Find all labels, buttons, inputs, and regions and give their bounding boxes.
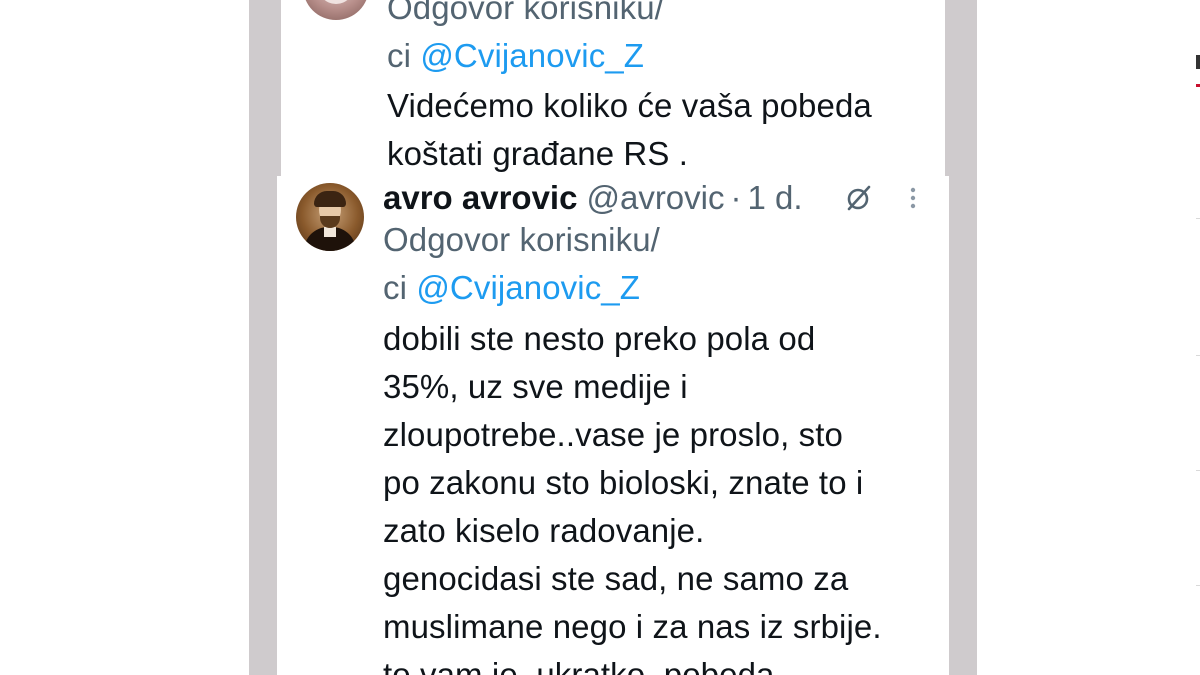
tweet-text-line: po zakonu sto bioloski, znate to i [383, 464, 864, 501]
tweet-text: Videćemo koliko će vaša pobeda koštati g… [387, 82, 937, 178]
avatar-beard [320, 216, 340, 228]
tweet-text-line: koštati građane RS . [387, 135, 688, 172]
user-handle[interactable]: @avrovic [586, 179, 724, 217]
tweet-text-line: zloupotrebe..vase je proslo, sto [383, 416, 843, 453]
mention-link[interactable]: @Cvijanovic_Z [420, 37, 644, 74]
avatar[interactable] [303, 0, 369, 20]
tweet-text-line: muslimane nego i za nas iz srbije. [383, 608, 882, 645]
tweet-text-line: 35%, uz sve medije i [383, 368, 688, 405]
replying-to-line: ci @Cvijanovic_Z [387, 32, 927, 80]
screenshot-canvas: Odgovor korisniku/ ci @Cvijanovic_Z Vide… [0, 0, 1200, 675]
replying-to-label: Odgovor korisniku/ ci @Cvijanovic_Z [387, 0, 927, 80]
avatar-hair [314, 191, 346, 207]
avatar[interactable] [296, 183, 364, 251]
tweet-text-line: to vam je, ukratko, pobeda [383, 656, 775, 675]
edge-divider [1196, 218, 1200, 219]
mention-link[interactable]: @Cvijanovic_Z [416, 269, 640, 306]
tweet-text-line: dobili ste nesto preko pola od [383, 320, 816, 357]
more-vertical-icon[interactable] [907, 184, 919, 212]
tweet-text-line: zato kiselo radovanje. [383, 512, 705, 549]
avatar-face [317, 0, 355, 4]
tweet-card[interactable]: avro avrovic @avrovic · 1 d. Odgovor kor… [277, 176, 949, 675]
tweet-text-line: Videćemo koliko će vaša pobeda [387, 87, 872, 124]
tweet-text-line: genocidasi ste sad, ne samo za [383, 560, 849, 597]
display-name[interactable]: avro avrovic [383, 179, 577, 217]
replying-to-label: Odgovor korisniku/ ci @Cvijanovic_Z [383, 216, 923, 312]
tweet-header: avro avrovic @avrovic · 1 d. [383, 176, 803, 220]
replying-to-line: ci @Cvijanovic_Z [383, 264, 923, 312]
replying-to-line: Odgovor korisniku/ [383, 221, 660, 258]
adjacent-page-edge [1196, 0, 1200, 675]
grok-slash-icon[interactable] [845, 184, 873, 212]
replying-to-prefix: ci [387, 37, 421, 74]
edge-divider [1196, 470, 1200, 471]
separator-dot: · [730, 179, 742, 216]
tweet-text: dobili ste nesto preko pola od 35%, uz s… [383, 315, 943, 675]
edge-text-fragment [1196, 55, 1200, 69]
replying-to-line: Odgovor korisniku/ [387, 0, 664, 26]
replying-to-prefix: ci [383, 269, 417, 306]
edge-accent-line [1196, 84, 1200, 87]
tweet-card-previous[interactable]: Odgovor korisniku/ ci @Cvijanovic_Z Vide… [281, 0, 945, 178]
edge-divider [1196, 585, 1200, 586]
edge-divider [1196, 355, 1200, 356]
timestamp[interactable]: 1 d. [748, 179, 803, 217]
avatar-collar [324, 227, 336, 237]
